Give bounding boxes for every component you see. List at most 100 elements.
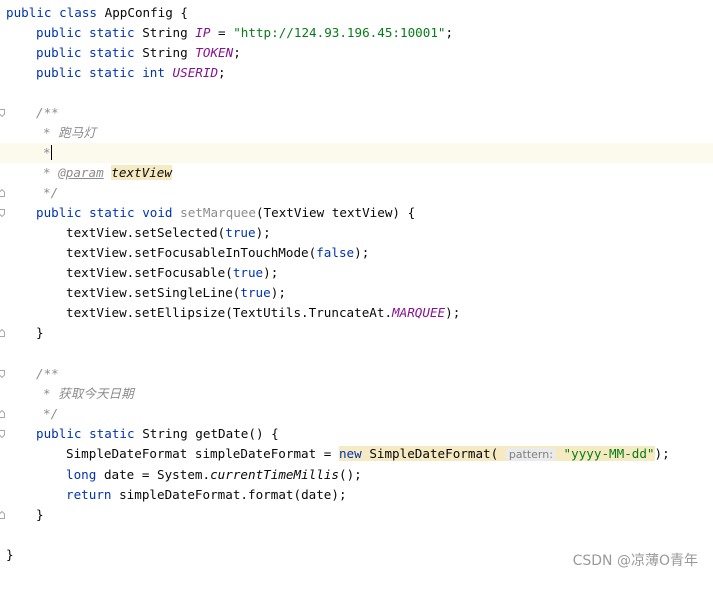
type-name: String [142,45,188,60]
type-name: String [142,25,188,40]
code-line-field-userid[interactable]: public static int USERID; [0,63,713,83]
method-name: setMarquee [180,205,256,220]
code-line-doc-open[interactable]: /** [0,103,713,123]
method-call: textView.setSelected( [66,225,226,240]
method-call: textView.setFocusableInTouchMode( [66,245,317,260]
static-method: currentTimeMillis [210,467,339,482]
code-line-doc-text[interactable]: * 获取今天日期 [0,384,713,404]
doc-comment-star: * [43,145,51,160]
keyword: public [36,205,82,220]
code-line-doc-text[interactable]: * 跑马灯 [0,123,713,143]
javadoc-tag: @param [58,165,104,180]
punctuation: ); [354,245,370,260]
code-line-statement[interactable]: textView.setSingleLine(true); [0,283,713,303]
code-line-close-brace[interactable]: } [0,323,713,343]
field-name: USERID [172,65,219,80]
doc-comment-text: * 获取今天日期 [43,386,134,401]
method-params: (TextView textView) { [255,205,416,220]
keyword: new [338,446,362,461]
punctuation: ); [270,285,286,300]
method-params: () { [248,426,279,441]
semicolon: ; [218,65,226,80]
code-line-close-brace[interactable]: } [0,505,713,525]
fold-open-icon[interactable] [0,209,5,217]
doc-comment-open: /** [36,105,59,120]
doc-comment-open: /** [36,366,59,381]
fold-open-icon[interactable] [0,370,5,378]
method-call: textView.setFocusable( [66,265,233,280]
punctuation: (); [339,467,362,482]
code-line-doc-close[interactable]: */ [0,183,713,203]
punctuation: ); [445,305,461,320]
doc-comment-star: * [43,165,51,180]
code-line-statement[interactable]: textView.setSelected(true); [0,223,713,243]
keyword: class [59,5,98,20]
close-brace: } [36,325,44,340]
fold-close-icon[interactable] [0,410,5,418]
keyword: public [6,5,52,20]
keyword: long [66,467,97,482]
keyword: public [36,25,82,40]
keyword: int [142,65,165,80]
fold-open-icon[interactable] [0,430,5,438]
code-line-statement[interactable]: textView.setFocusable(true); [0,263,713,283]
code-line-statement[interactable]: long date = System.currentTimeMillis(); [0,465,713,485]
semicolon: ; [445,25,454,40]
code-line-doc-open[interactable]: /** [0,364,713,384]
doc-comment-close: */ [43,406,59,421]
keyword: public [36,65,82,80]
fold-close-icon[interactable] [0,329,5,337]
class-name: AppConfig { [104,5,189,20]
keyword: void [142,205,173,220]
punctuation: ); [263,265,279,280]
field-name: IP [195,25,211,40]
string-literal: "yyyy-MM-dd" [563,446,655,461]
type-name: String [142,426,188,441]
operator: = [210,25,234,40]
keyword: true [232,265,264,280]
keyword: public [36,426,82,441]
keyword: static [89,25,135,40]
declaration: SimpleDateFormat simpleDateFormat = [66,446,339,461]
expression: date = System. [103,467,211,482]
method-name: getDate [195,426,249,441]
keyword: static [89,205,135,220]
fold-close-icon[interactable] [0,189,5,197]
method-call: textView.setSingleLine( [66,285,241,300]
watermark: CSDN @凉薄O青年 [572,553,698,569]
code-line-statement[interactable]: textView.setEllipsize(TextUtils.Truncate… [0,303,713,323]
fold-open-icon[interactable] [0,109,5,117]
code-line-method-getdate[interactable]: public static String getDate() { [0,424,713,444]
code-line-statement[interactable]: SimpleDateFormat simpleDateFormat = new … [0,444,713,464]
doc-comment-text: * 跑马灯 [43,125,96,140]
keyword: return [66,487,112,502]
string-literal: "http://124.93.196.45:10001" [233,25,446,40]
code-line-doc-close[interactable]: */ [0,404,713,424]
keyword: static [89,426,135,441]
code-line-method-setmarquee[interactable]: public static void setMarquee(TextView t… [0,203,713,223]
code-editor[interactable]: public class AppConfig { public static S… [0,0,713,579]
code-line-field-ip[interactable]: public static String IP = "http://124.93… [0,23,713,43]
close-brace: } [6,547,14,562]
code-line-class-declaration[interactable]: public class AppConfig { [0,3,713,23]
close-brace: } [36,507,44,522]
text-caret [50,145,53,160]
keyword: static [89,65,135,80]
keyword: public [36,45,82,60]
keyword: true [225,225,256,240]
code-line-current[interactable]: * [0,143,713,163]
field-name: TOKEN [195,45,234,60]
fold-close-icon[interactable] [0,511,5,519]
punctuation: ); [255,225,271,240]
code-line-field-token[interactable]: public static String TOKEN; [0,43,713,63]
code-line-doc-param[interactable]: * @param textView [0,163,713,183]
code-line-statement[interactable]: return simpleDateFormat.format(date); [0,485,713,505]
param-name: textView [111,165,172,180]
code-line-statement[interactable]: textView.setFocusableInTouchMode(false); [0,243,713,263]
enum-constant: MARQUEE [392,305,446,320]
keyword: static [89,45,135,60]
constructor-call: SimpleDateFormat( [369,446,499,461]
keyword: true [240,285,271,300]
expression: simpleDateFormat.format(date); [119,487,347,502]
semicolon: ; [233,45,241,60]
